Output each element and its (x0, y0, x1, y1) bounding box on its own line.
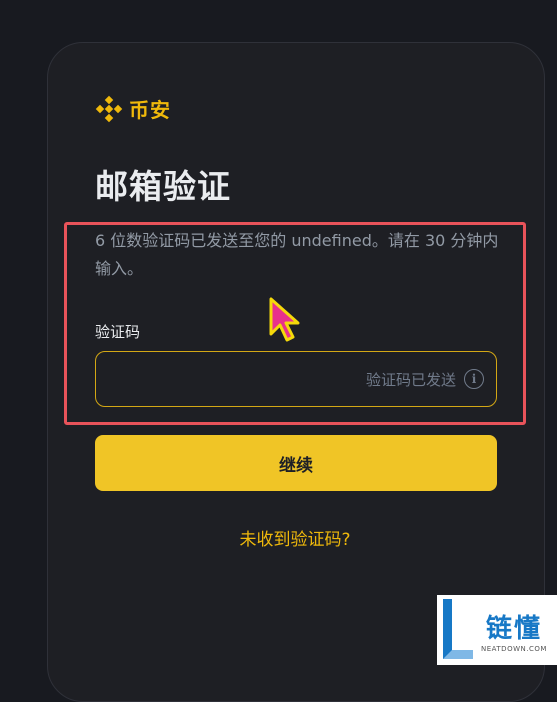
mouse-pointer-icon (269, 297, 300, 342)
code-field-label: 验证码 (95, 323, 141, 341)
watermark-en: NEATDOWN.COM (481, 644, 547, 653)
continue-button[interactable]: 继续 (95, 435, 497, 491)
resend-code-link[interactable]: 未收到验证码? (0, 525, 557, 550)
watermark-cn: 链懂 (485, 613, 542, 644)
code-sent-hint: 验证码已发送 (365, 370, 456, 389)
binance-logo-icon (95, 95, 123, 122)
brand-name: 币安 (129, 98, 171, 122)
watermark: 链懂 NEATDOWN.COM (437, 595, 557, 665)
brand-logo[interactable]: 币安 (95, 94, 171, 123)
watermark-logo-icon (443, 599, 473, 659)
info-circle-icon[interactable]: i (464, 369, 484, 389)
page-title: 邮箱验证 (95, 167, 231, 206)
code-input[interactable]: 验证码已发送 i (95, 351, 497, 407)
